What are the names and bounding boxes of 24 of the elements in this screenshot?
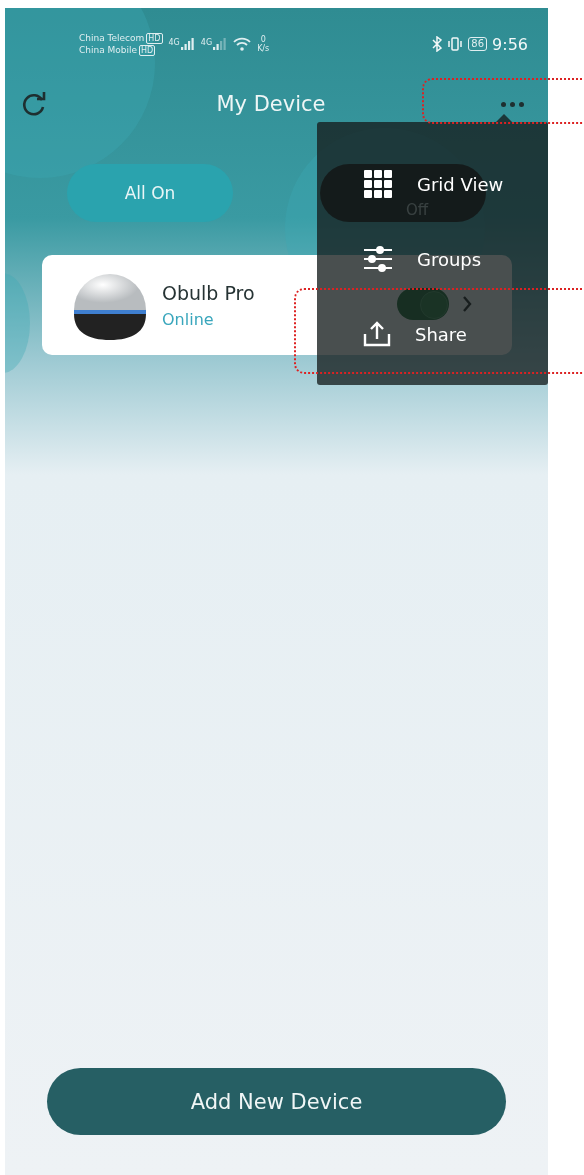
- device-name: Obulb Pro: [162, 281, 255, 304]
- refresh-icon[interactable]: [21, 91, 47, 117]
- network-type: 4G: [200, 38, 213, 47]
- bluetooth-icon: [432, 36, 443, 52]
- wifi-icon: [233, 37, 252, 51]
- hd-badge: HD: [146, 32, 163, 44]
- share-icon: [363, 320, 391, 348]
- page-title: My Device: [215, 92, 327, 116]
- grid-icon: [363, 169, 393, 199]
- carrier-name: China Telecom: [79, 32, 145, 44]
- menu-item[interactable]: Grid View: [317, 164, 548, 204]
- device-status: Online: [162, 309, 215, 329]
- speed-unit: K/s: [257, 44, 270, 53]
- sliders-icon: [363, 245, 393, 273]
- hd-badge: HD: [139, 44, 156, 56]
- speed-value: 0: [260, 35, 266, 44]
- signal-icon: [180, 38, 195, 50]
- add-device-button[interactable]: Add New Device: [47, 1068, 506, 1135]
- vibrate-icon: [447, 37, 464, 51]
- network-type: 4G: [168, 38, 180, 47]
- clock-time: 9:56: [492, 34, 528, 54]
- battery-level: 86: [468, 37, 488, 51]
- carrier-name: China Mobile: [79, 44, 138, 56]
- signal-icon: [213, 38, 228, 50]
